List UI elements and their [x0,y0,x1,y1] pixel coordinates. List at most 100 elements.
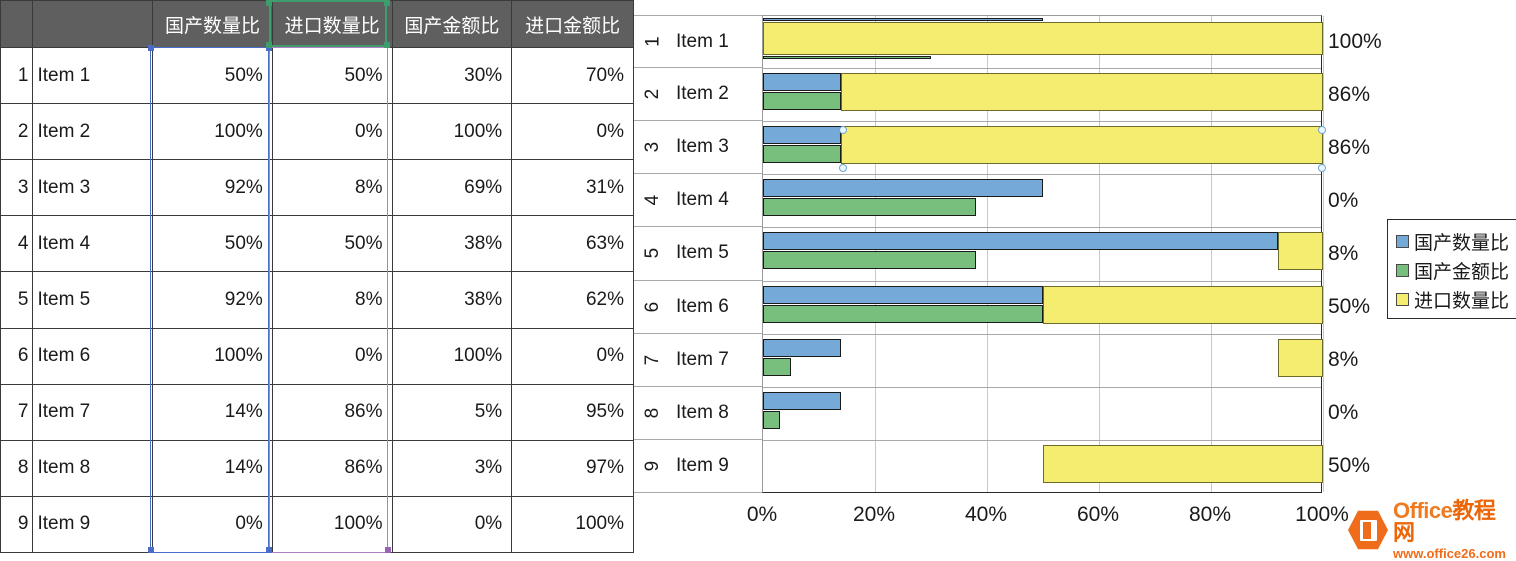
cell-import-qty[interactable]: 0% [271,327,393,385]
chart-legend[interactable]: 国产数量比 国产金额比 进口数量比 [1387,219,1516,319]
data-table[interactable]: 国产数量比 进口数量比 国产金额比 进口金额比 1 Item 1 50% 50% 30%… [0,0,634,554]
chart-bar-row[interactable] [763,228,1323,282]
bar-domestic-amt[interactable] [763,198,976,217]
bar-domestic-qty[interactable] [763,232,1279,251]
chart-bar-row[interactable] [763,282,1323,335]
bar-import-qty[interactable] [1278,338,1323,377]
cell-import-amt[interactable]: 70% [511,46,634,105]
selection-handle-green-tl[interactable] [266,0,272,6]
bar-domestic-amt[interactable] [763,145,842,164]
cell-import-amt[interactable]: 0% [511,327,634,385]
cell-domestic-amt[interactable]: 69% [391,159,513,217]
table-row[interactable]: 2 Item 2 100% 0% 100% 0% [0,103,634,161]
table-row[interactable]: 5 Item 5 92% 8% 38% 62% [0,271,634,329]
cell-item-name[interactable]: Item 4 [32,215,154,273]
chart-panel[interactable]: 1 Item 1 2 Item 2 3 Item 3 4 Item 4 5 Item 5 6 Item… [634,0,1516,553]
cell-item-name[interactable]: Item 3 [32,159,154,217]
table-row[interactable]: 6 Item 6 100% 0% 100% 0% [0,327,634,385]
table-row[interactable]: 1 Item 1 50% 50% 30% 70% [0,46,634,105]
cell-item-name[interactable]: Item 2 [32,103,154,161]
bar-import-qty[interactable] [1043,444,1323,483]
bar-domestic-qty[interactable] [763,285,1043,304]
selection-handle-green-br[interactable] [384,42,390,48]
chart-bar-row[interactable] [763,335,1323,388]
cell-rownum[interactable]: 1 [0,46,34,105]
series-selection-handle-left-bottom[interactable] [839,164,847,172]
bar-domestic-qty[interactable] [763,391,842,410]
cell-domestic-amt[interactable]: 0% [391,495,513,554]
chart-bar-row[interactable] [763,441,1323,494]
cell-rownum[interactable]: 8 [0,439,34,497]
series-selection-handle-bottom[interactable] [1318,164,1326,172]
cell-import-qty[interactable]: 8% [271,271,393,329]
bar-domestic-qty[interactable] [763,73,842,92]
chart-bar-row[interactable] [763,175,1321,229]
cell-domestic-qty[interactable]: 50% [152,215,273,273]
cell-domestic-qty[interactable]: 0% [152,495,273,554]
selection-handle-blue-br[interactable] [266,547,272,553]
cell-import-qty[interactable]: 100% [271,495,393,554]
cell-import-qty[interactable]: 86% [271,439,393,497]
bar-domestic-qty[interactable] [763,126,842,145]
cell-import-qty[interactable]: 0% [271,103,393,161]
bar-domestic-qty[interactable] [763,179,1043,198]
cell-import-qty[interactable]: 86% [271,383,393,441]
cell-import-qty[interactable]: 50% [271,46,393,105]
bar-domestic-amt[interactable] [763,56,931,59]
cell-domestic-amt[interactable]: 5% [391,383,513,441]
bar-import-qty[interactable] [763,22,1323,55]
cell-item-name[interactable]: Item 7 [32,383,154,441]
chart-bar-row[interactable] [763,16,1323,70]
chart-bar-row[interactable] [763,69,1323,123]
cell-rownum[interactable]: 7 [0,383,34,441]
cell-domestic-qty[interactable]: 100% [152,327,273,385]
bar-import-qty[interactable] [1278,232,1323,271]
bar-import-qty[interactable] [841,73,1323,112]
series-selection-handle-left-top[interactable] [839,126,847,134]
cell-import-amt[interactable]: 100% [511,495,634,554]
cell-item-name[interactable]: Item 1 [32,46,154,105]
selection-handle-green-bl[interactable] [266,42,272,48]
table-row[interactable]: 3 Item 3 92% 8% 69% 31% [0,159,634,217]
bar-import-qty[interactable] [1043,285,1323,324]
bar-domestic-qty[interactable] [763,18,1043,21]
bar-domestic-amt[interactable] [763,92,842,111]
cell-import-amt[interactable]: 62% [511,271,634,329]
legend-item-domestic-qty[interactable]: 国产数量比 [1396,227,1512,256]
table-row[interactable]: 7 Item 7 14% 86% 5% 95% [0,383,634,441]
chart-plot-area[interactable] [762,15,1324,494]
cell-import-amt[interactable]: 31% [511,159,634,217]
cell-domestic-amt[interactable]: 3% [391,439,513,497]
cell-domestic-qty[interactable]: 14% [152,383,273,441]
cell-item-name[interactable]: Item 5 [32,271,154,329]
cell-domestic-amt[interactable]: 38% [391,215,513,273]
selection-handle-green-tr[interactable] [384,0,390,6]
cell-domestic-qty[interactable]: 14% [152,439,273,497]
series-selection-handle-top[interactable] [1318,126,1326,134]
cell-domestic-qty[interactable]: 100% [152,103,273,161]
selection-handle-blue-bl[interactable] [148,547,154,553]
table-row[interactable]: 9 Item 9 0% 100% 0% 100% [0,495,634,554]
legend-item-import-qty[interactable]: 进口数量比 [1396,285,1512,314]
cell-domestic-amt[interactable]: 30% [391,46,513,105]
cell-rownum[interactable]: 3 [0,159,34,217]
col-header-rownum[interactable] [0,0,34,48]
cell-domestic-qty[interactable]: 92% [152,271,273,329]
bar-domestic-amt[interactable] [763,304,1043,323]
bar-domestic-amt[interactable] [763,410,780,429]
cell-rownum[interactable]: 5 [0,271,34,329]
col-header-import-amt[interactable]: 进口金额比 [511,0,634,48]
col-header-import-qty[interactable]: 进口数量比 [271,0,393,48]
cell-domestic-qty[interactable]: 50% [152,46,273,105]
cell-rownum[interactable]: 9 [0,495,34,554]
bar-domestic-qty[interactable] [763,338,842,357]
cell-import-amt[interactable]: 95% [511,383,634,441]
spreadsheet-panel[interactable]: 国产数量比 进口数量比 国产金额比 进口金额比 1 Item 1 50% 50% 30%… [0,0,634,554]
cell-domestic-amt[interactable]: 38% [391,271,513,329]
cell-import-amt[interactable]: 0% [511,103,634,161]
cell-import-amt[interactable]: 63% [511,215,634,273]
col-header-domestic-amt[interactable]: 国产金额比 [391,0,513,48]
cell-rownum[interactable]: 2 [0,103,34,161]
cell-import-amt[interactable]: 97% [511,439,634,497]
cell-domestic-amt[interactable]: 100% [391,103,513,161]
